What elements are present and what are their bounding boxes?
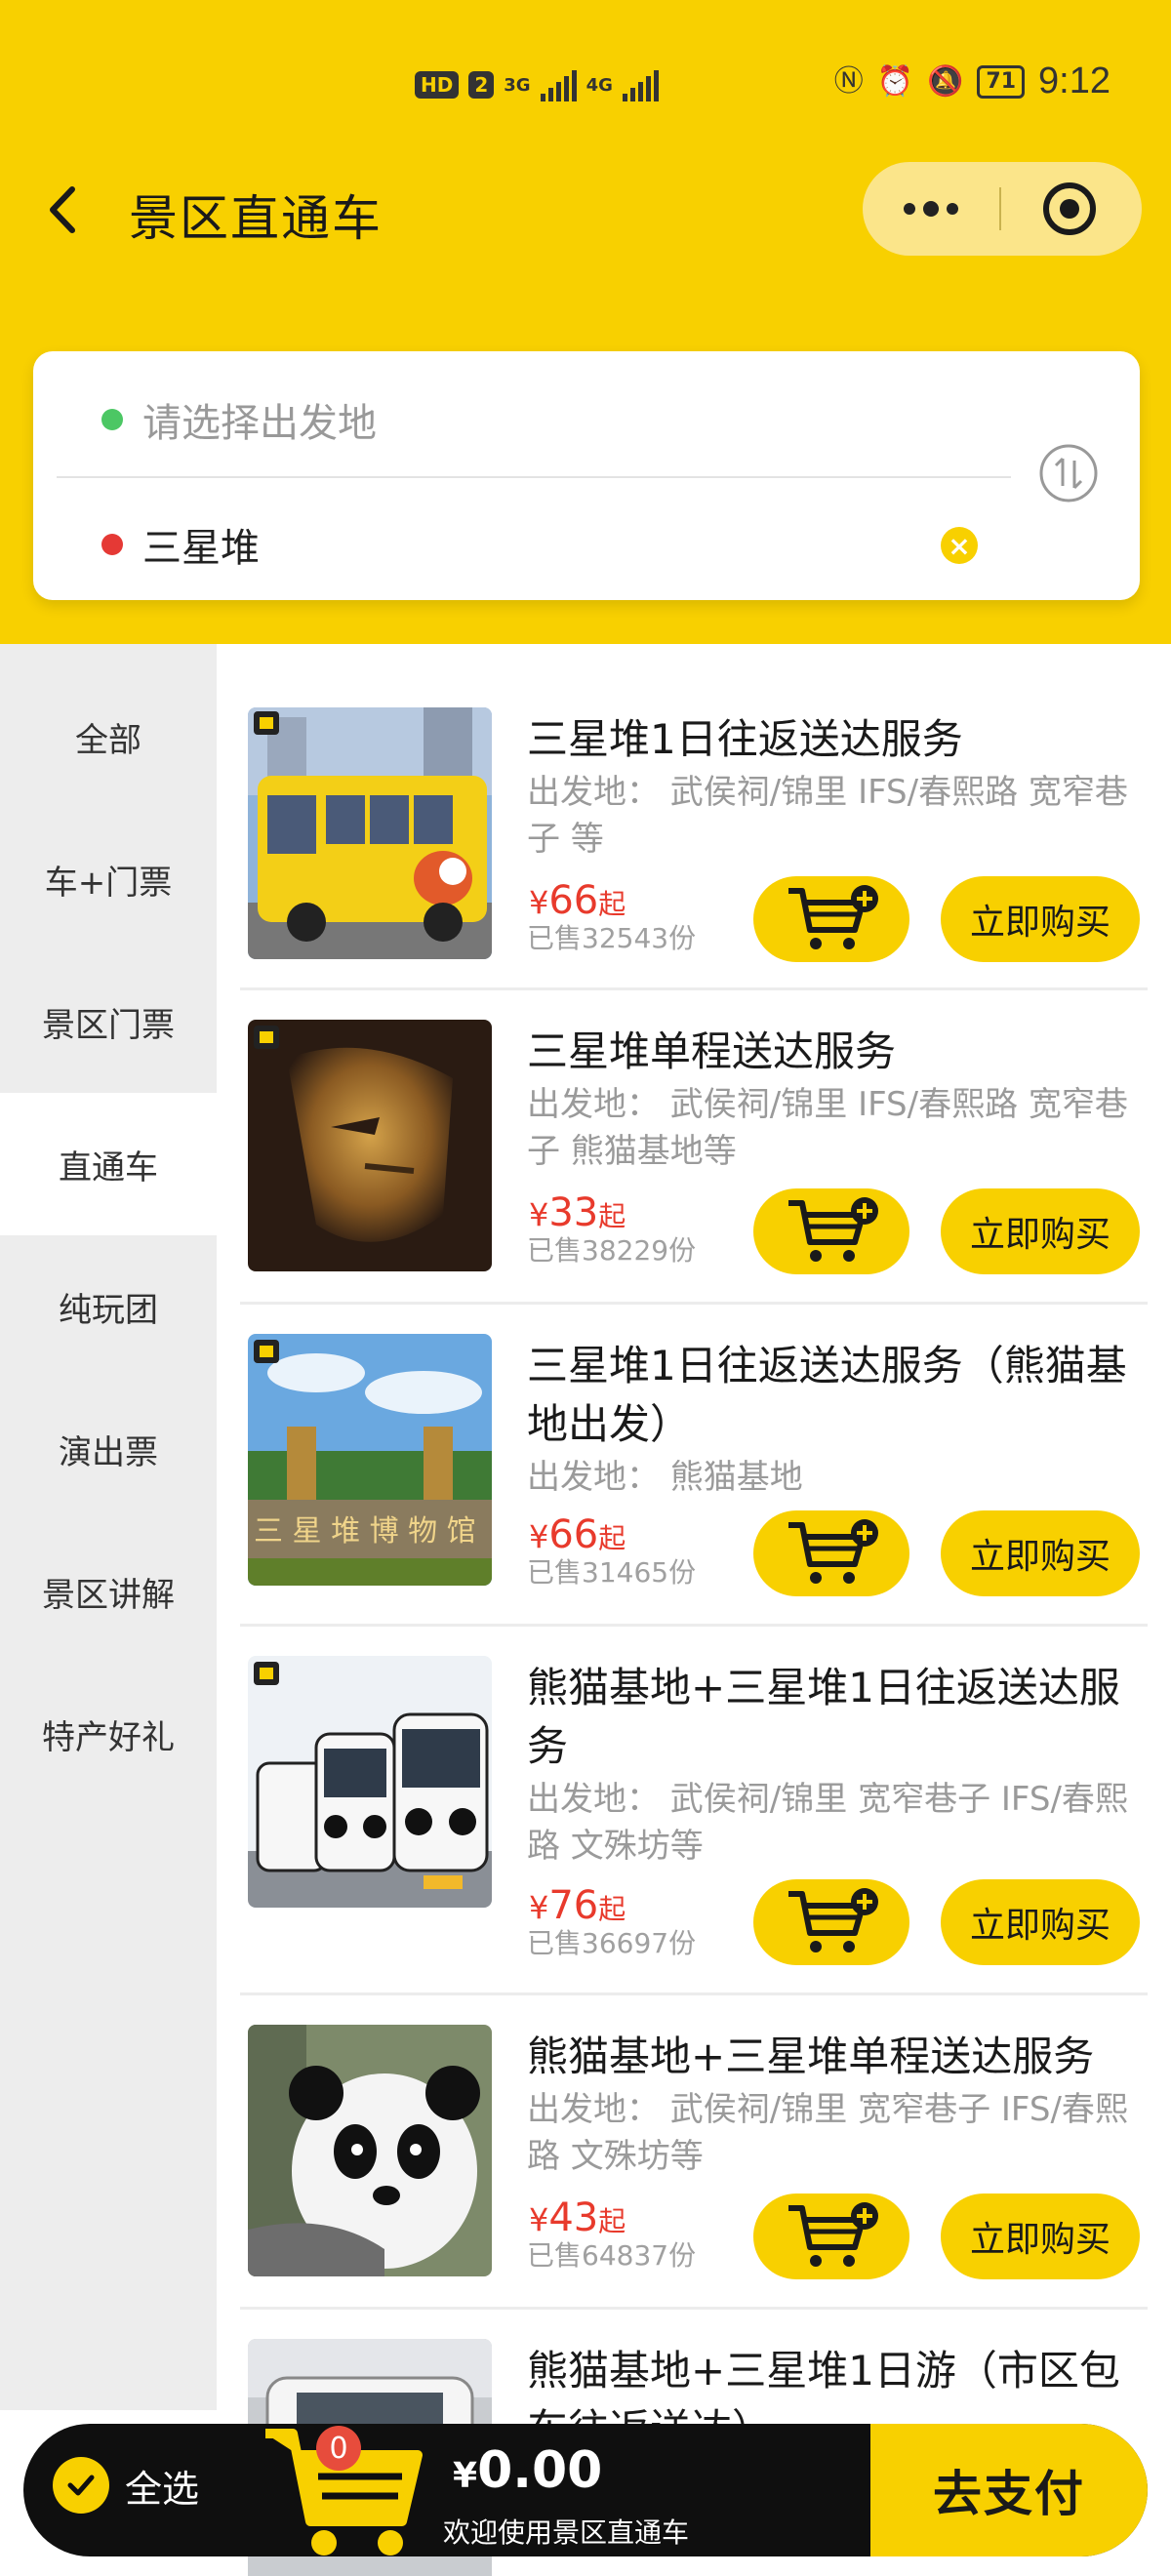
route-divider xyxy=(57,476,1011,478)
product-origin: 出发地： 熊猫基地 xyxy=(527,1458,803,1497)
product-card[interactable]: 三星堆单程送达服务 出发地： 武侯祠/锦里 IFS/春熙路 宽窄巷子 熊猫基地等… xyxy=(217,990,1171,1305)
pay-button[interactable]: 去支付 xyxy=(870,2424,1148,2556)
destination-field[interactable]: 三星堆 xyxy=(101,505,260,584)
add-to-cart-button[interactable] xyxy=(753,1879,909,1965)
buy-now-button[interactable]: 立即购买 xyxy=(941,1879,1140,1965)
select-all-toggle[interactable]: 全选 xyxy=(53,2457,199,2514)
clear-icon[interactable]: × xyxy=(941,527,978,564)
cart-plus-icon xyxy=(788,1888,878,1952)
mute-icon: 🔕 xyxy=(927,63,964,99)
page-title: 景区直通车 xyxy=(129,190,383,247)
cart-plus-icon xyxy=(788,885,878,949)
miniprogram-capsule xyxy=(863,162,1142,256)
battery-icon: 71 xyxy=(977,64,1026,99)
departure-field[interactable]: 请选择出发地 xyxy=(101,381,377,459)
sidebar-item-all[interactable]: 全部 xyxy=(0,665,217,808)
sidebar-item-scenic-ticket[interactable]: 景区门票 xyxy=(0,950,217,1093)
header: 景区直通车 请选择出发地 三星堆 × xyxy=(0,146,1171,644)
alarm-icon: ⏰ xyxy=(876,63,914,99)
total-price: ¥0.00 xyxy=(453,2441,603,2500)
checkmark-icon xyxy=(53,2457,109,2514)
buy-now-button[interactable]: 立即购买 xyxy=(941,1510,1140,1596)
sim-badge: 2 xyxy=(468,71,495,99)
product-sold: 已售31465份 xyxy=(527,1556,697,1589)
add-to-cart-button[interactable] xyxy=(753,1510,909,1596)
more-dots-icon[interactable] xyxy=(863,162,999,256)
product-list: 三星堆1日往返送达服务 出发地： 武侯祠/锦里 IFS/春熙路 宽窄巷子 等 ¥… xyxy=(217,644,1171,2576)
add-to-cart-button[interactable] xyxy=(753,876,909,962)
product-sold: 已售38229份 xyxy=(527,1234,697,1267)
status-bar: HD 2 3G 4G Ⓝ ⏰ 🔕 71 9:12 xyxy=(0,0,1171,166)
product-card[interactable]: 三星堆1日往返送达服务 出发地： 武侯祠/锦里 IFS/春熙路 宽窄巷子 等 ¥… xyxy=(217,644,1171,990)
buy-now-button[interactable]: 立即购买 xyxy=(941,2194,1140,2279)
product-origin: 出发地： 武侯祠/锦里 IFS/春熙路 宽窄巷子 熊猫基地等 xyxy=(527,1085,1128,1171)
cart-plus-icon xyxy=(788,1519,878,1584)
product-title: 三星堆单程送达服务 xyxy=(527,1027,897,1075)
signal-icon-2 xyxy=(622,68,659,101)
product-image-museum: 三 星 堆 博 物 馆 xyxy=(248,1334,492,1586)
cart-count-badge: 0 xyxy=(316,2426,361,2471)
product-title: 熊猫基地+三星堆1日往返送达服务 xyxy=(527,1664,1120,1770)
sidebar-item-guide[interactable]: 景区讲解 xyxy=(0,1520,217,1663)
sidebar-item-bus-ticket[interactable]: 车+门票 xyxy=(0,808,217,950)
svg-text:三 星 堆 博 物 馆: 三 星 堆 博 物 馆 xyxy=(254,1514,476,1549)
departure-placeholder: 请选择出发地 xyxy=(142,401,377,446)
destination-dot xyxy=(101,534,123,555)
buy-now-button[interactable]: 立即购买 xyxy=(941,1188,1140,1274)
network-label-2: 4G xyxy=(586,74,613,96)
clock: 9:12 xyxy=(1038,60,1110,101)
select-all-label: 全选 xyxy=(125,2467,200,2511)
network-indicators: HD 2 3G 4G xyxy=(415,64,659,105)
product-origin: 出发地： 武侯祠/锦里 IFS/春熙路 宽窄巷子 等 xyxy=(527,773,1128,859)
sidebar-item-specialty[interactable]: 特产好礼 xyxy=(0,1663,217,1805)
product-title: 三星堆1日往返送达服务（熊猫基地出发） xyxy=(527,1342,1127,1448)
product-sold: 已售36697份 xyxy=(527,1927,697,1959)
product-title: 三星堆1日往返送达服务 xyxy=(527,715,963,763)
shopping-cart-icon[interactable] xyxy=(256,2395,431,2560)
product-title: 熊猫基地+三星堆单程送达服务 xyxy=(527,2033,1095,2080)
hd-badge: HD xyxy=(415,71,460,99)
status-right: Ⓝ ⏰ 🔕 71 9:12 xyxy=(834,60,1110,102)
route-selector: 请选择出发地 三星堆 × xyxy=(33,351,1140,600)
target-icon[interactable] xyxy=(1001,162,1138,256)
product-card[interactable]: 熊猫基地+三星堆1日往返送达服务 出发地： 武侯祠/锦里 宽窄巷子 IFS/春熙… xyxy=(217,1627,1171,1995)
product-image-bus xyxy=(248,707,492,959)
buy-now-button[interactable]: 立即购买 xyxy=(941,876,1140,962)
product-image-panda-bus xyxy=(248,1656,492,1908)
product-origin: 出发地： 武侯祠/锦里 宽窄巷子 IFS/春熙路 文殊坊等 xyxy=(527,1780,1128,1866)
destination-value: 三星堆 xyxy=(142,526,260,571)
network-label-1: 3G xyxy=(504,74,531,96)
checkout-bar: 全选 ¥0.00 欢迎使用景区直通车 去支付 xyxy=(23,2424,1148,2556)
sidebar-item-direct-bus[interactable]: 直通车 xyxy=(0,1093,217,1235)
product-card[interactable]: 三 星 堆 博 物 馆 三星堆1日往返送达服务（熊猫基地出发） 出发地： 熊猫基… xyxy=(217,1305,1171,1627)
add-to-cart-button[interactable] xyxy=(753,1188,909,1274)
product-origin: 出发地： 武侯祠/锦里 宽窄巷子 IFS/春熙路 文殊坊等 xyxy=(527,2090,1128,2176)
product-image-panda xyxy=(248,2025,492,2276)
cart-plus-icon xyxy=(788,2202,878,2267)
product-sold: 已售64837份 xyxy=(527,2239,697,2272)
product-sold: 已售32543份 xyxy=(527,922,697,954)
add-to-cart-button[interactable] xyxy=(753,2194,909,2279)
sidebar-item-show-ticket[interactable]: 演出票 xyxy=(0,1378,217,1520)
cart-plus-icon xyxy=(788,1197,878,1262)
signal-icon-1 xyxy=(540,68,577,101)
product-card[interactable]: 熊猫基地+三星堆单程送达服务 出发地： 武侯祠/锦里 宽窄巷子 IFS/春熙路 … xyxy=(217,1995,1171,2310)
category-sidebar: 全部 车+门票 景区门票 直通车 纯玩团 演出票 景区讲解 特产好礼 xyxy=(0,644,217,2410)
welcome-text: 欢迎使用景区直通车 xyxy=(443,2516,690,2549)
departure-dot xyxy=(101,409,123,430)
nfc-icon: Ⓝ xyxy=(833,63,864,99)
sidebar-item-pure-tour[interactable]: 纯玩团 xyxy=(0,1235,217,1378)
swap-icon[interactable] xyxy=(1038,443,1099,503)
back-arrow-icon[interactable] xyxy=(39,176,88,244)
product-image-bronze-mask xyxy=(248,1020,492,1271)
